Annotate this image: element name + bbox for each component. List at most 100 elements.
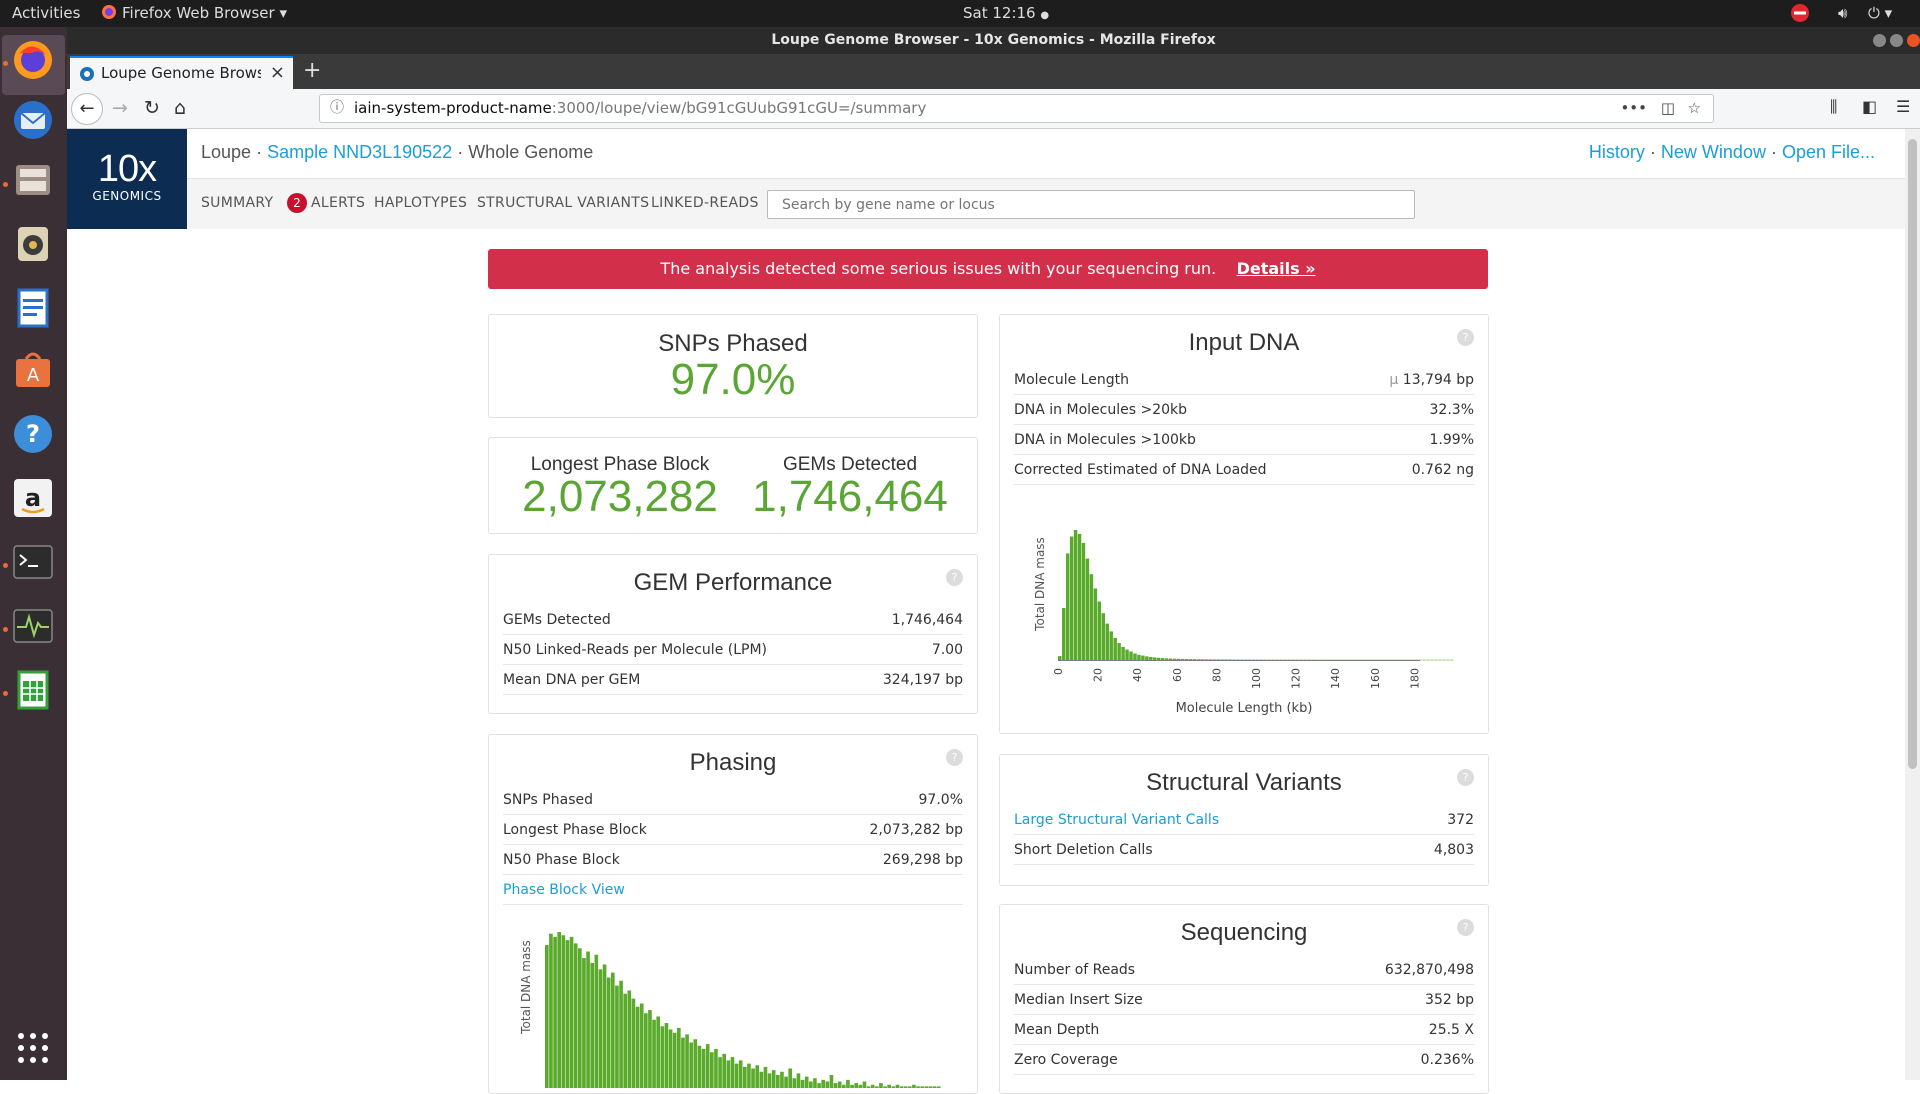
x-tick-label: 140 (1329, 668, 1342, 689)
system-monitor-icon[interactable] (12, 605, 54, 647)
bookmark-star-icon[interactable]: ☆ (1688, 95, 1701, 122)
help-icon[interactable]: ? (12, 413, 54, 455)
histogram-bar (627, 990, 632, 1088)
app-menu-button[interactable]: Firefox Web Browser ▾ (122, 4, 287, 22)
tab-close-icon[interactable]: × (270, 62, 285, 83)
help-icon[interactable]: ? (946, 749, 963, 766)
phase-block-view-row: Phase Block View (503, 875, 963, 905)
sample-link[interactable]: Sample NND3L190522 (267, 142, 452, 162)
power-icon[interactable]: ⏻ ▾ (1868, 4, 1892, 22)
10x-logo[interactable]: 10x GENOMICS (67, 129, 187, 229)
page-scrollbar[interactable] (1905, 129, 1920, 1080)
rhythmbox-icon[interactable] (12, 223, 54, 265)
histogram-bar (1442, 659, 1446, 661)
no-entry-icon[interactable] (1790, 3, 1810, 27)
x-tick-label: 120 (1290, 668, 1303, 689)
mean-symbol: μ (1389, 372, 1399, 388)
url-path: :3000/loupe/view/bG91cGUubG91cGU=/summar… (551, 99, 927, 117)
page-actions-icon[interactable]: ••• (1620, 95, 1647, 122)
histogram-bar (1149, 657, 1153, 660)
brand-label: Loupe (201, 142, 252, 162)
histogram-bar (594, 954, 599, 1088)
large-sv-calls-link[interactable]: Large Structural Variant Calls (1014, 805, 1219, 835)
gene-search-input[interactable] (767, 190, 1415, 219)
software-center-icon[interactable]: A (12, 349, 54, 391)
gem-performance-card: GEM Performance ? GEMs Detected 1,746,464… (488, 554, 978, 714)
nav-alerts[interactable]: ALERTS (311, 195, 365, 211)
open-file-link[interactable]: Open File... (1782, 142, 1875, 162)
histogram-bar (606, 977, 611, 1088)
histogram-bar (722, 1053, 727, 1089)
stat-row: N50 Linked-Reads per Molecule (LPM) 7.00 (503, 635, 963, 665)
pocket-icon[interactable]: ◫ (1661, 95, 1675, 122)
histogram-bar (928, 1086, 933, 1089)
nav-structural-variants[interactable]: STRUCTURAL VARIANTS (477, 195, 649, 211)
thunderbird-icon[interactable] (12, 99, 54, 141)
molecule-length-histogram: Total DNA mass 0 20 40 60 80 100 120 140 160 180 … (1033, 530, 1454, 716)
scrollbar-thumb[interactable] (1908, 139, 1917, 769)
stat-value: 32.3% (1429, 402, 1474, 418)
logo-text: GENOMICS (92, 189, 162, 203)
reload-button[interactable]: ↻ (144, 97, 160, 119)
stat-label: DNA in Molecules >20kb (1014, 402, 1187, 418)
help-icon[interactable]: ? (1457, 769, 1474, 786)
help-icon[interactable]: ? (1457, 329, 1474, 346)
histogram-bar (755, 1065, 760, 1088)
phase-block-view-link[interactable]: Phase Block View (503, 875, 625, 905)
gem-performance-title: GEM Performance (633, 569, 833, 596)
histogram-bar (1168, 658, 1173, 660)
menu-icon[interactable]: ☰ (1896, 97, 1910, 116)
new-window-link[interactable]: New Window (1661, 142, 1766, 162)
stat-value: 0.762 ng (1411, 462, 1474, 478)
stat-label: Number of Reads (1014, 962, 1136, 978)
history-link[interactable]: History (1589, 142, 1645, 162)
files-icon[interactable] (12, 159, 54, 201)
nav-summary[interactable]: SUMMARY (201, 195, 273, 211)
histogram-bar (631, 998, 636, 1089)
tab-loupe[interactable]: Loupe Genome Browser × (70, 56, 293, 89)
histogram-bar (751, 1068, 755, 1088)
amazon-icon[interactable]: a (12, 477, 54, 519)
histogram-bar (920, 1086, 925, 1089)
histogram-bar (1188, 659, 1193, 660)
nav-haplotypes[interactable]: HAPLOTYPES (374, 195, 467, 211)
app-header: Loupe · Sample NND3L190522 · Whole Genom… (187, 129, 1905, 179)
help-icon[interactable]: ? (946, 569, 963, 586)
sidebar-icon[interactable]: ◧ (1862, 97, 1877, 116)
terminal-icon[interactable] (12, 541, 54, 583)
histogram-bar (1081, 543, 1086, 660)
histogram-bar (586, 951, 590, 1088)
sequencing-card: Sequencing ? Number of Reads 632,870,498 … (999, 904, 1489, 1094)
histogram-bar (656, 1016, 661, 1088)
firefox-dock-icon[interactable] (12, 39, 54, 81)
histogram-bar (1200, 659, 1205, 660)
clock[interactable]: Sat 12:16 ● (963, 4, 1049, 22)
new-tab-button[interactable]: + (303, 58, 321, 83)
activities-button[interactable]: Activities (12, 4, 80, 22)
histogram-bar (883, 1086, 887, 1089)
library-icon[interactable]: ⫼ (1830, 97, 1837, 117)
writer-icon[interactable] (12, 287, 54, 329)
volume-icon[interactable]: 🔊︎ (1838, 4, 1847, 22)
alert-details-link[interactable]: Details » (1237, 259, 1316, 278)
help-icon[interactable]: ? (1457, 919, 1474, 936)
url-bar[interactable]: ⓘ iain-system-product-name:3000/loupe/vi… (319, 94, 1714, 123)
site-info-icon[interactable]: ⓘ (330, 95, 344, 122)
histogram-bar (598, 969, 603, 1089)
histogram-bar (730, 1057, 735, 1089)
back-button[interactable]: ← (71, 93, 103, 125)
forward-button[interactable]: → (112, 97, 128, 119)
maximize-icon[interactable] (1890, 34, 1903, 47)
home-button[interactable]: ⌂ (174, 97, 186, 119)
calc-icon[interactable] (12, 669, 54, 711)
histogram-bar (1141, 655, 1145, 660)
histogram-bar (879, 1083, 883, 1089)
histogram-bar (763, 1066, 768, 1089)
show-applications-icon[interactable] (12, 1027, 54, 1069)
histogram-bar (565, 940, 570, 1089)
nav-linked-reads[interactable]: LINKED-READS (651, 195, 759, 211)
alert-message: The analysis detected some serious issue… (660, 259, 1217, 278)
minimize-icon[interactable] (1873, 34, 1886, 47)
stat-row: Molecule Length μ 13,794 bp (1014, 365, 1474, 395)
close-window-icon[interactable] (1907, 34, 1920, 47)
